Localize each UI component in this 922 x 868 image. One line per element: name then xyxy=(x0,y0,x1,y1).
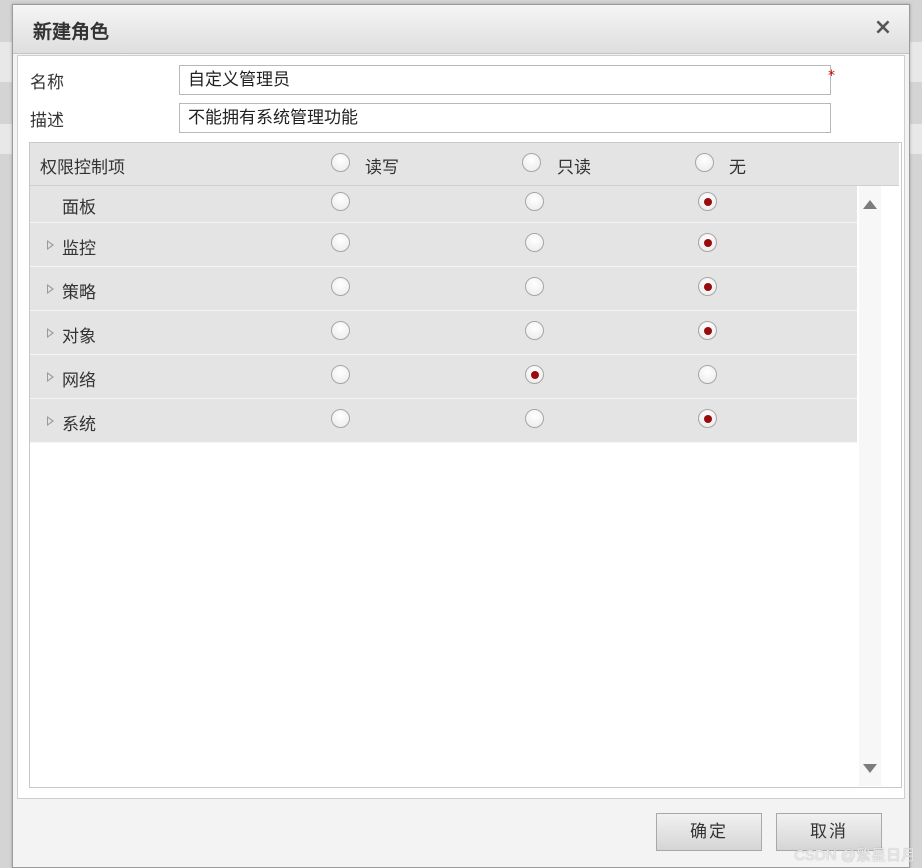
header-radio-readonly[interactable] xyxy=(522,153,541,172)
permission-row-label: 监控 xyxy=(62,239,96,259)
permission-radio[interactable] xyxy=(525,365,544,384)
permission-radio[interactable] xyxy=(698,365,717,384)
dialog-body: 名称 自定义管理员 * 描述 不能拥有系统管理功能 权限控制项 读写 只读 无 … xyxy=(17,55,905,799)
permission-radio[interactable] xyxy=(525,277,544,296)
confirm-button[interactable]: 确定 xyxy=(656,813,762,851)
description-input[interactable]: 不能拥有系统管理功能 xyxy=(179,103,831,133)
permission-radio[interactable] xyxy=(331,233,350,252)
watermark: CSDN @繁星日月 xyxy=(794,847,916,864)
expand-arrow-icon[interactable] xyxy=(47,416,54,426)
permission-radio[interactable] xyxy=(525,233,544,252)
permission-radio[interactable] xyxy=(331,321,350,340)
name-label: 名称 xyxy=(30,73,64,93)
permission-row: 面板 xyxy=(30,186,857,223)
permission-row-label: 网络 xyxy=(62,371,96,391)
permission-radio[interactable] xyxy=(698,409,717,428)
permission-row: 策略 xyxy=(30,267,857,311)
grid-header: 权限控制项 读写 只读 无 xyxy=(30,143,899,186)
permission-radio[interactable] xyxy=(525,192,544,211)
required-mark: * xyxy=(828,68,835,84)
column-none-label: 无 xyxy=(729,158,746,178)
permission-row-label: 系统 xyxy=(62,415,96,435)
expand-arrow-icon[interactable] xyxy=(47,240,54,250)
grid-scrollbar[interactable] xyxy=(859,186,881,786)
expand-arrow-icon[interactable] xyxy=(47,284,54,294)
permission-row: 监控 xyxy=(30,223,857,267)
dialog-titlebar: 新建角色 × xyxy=(13,5,909,54)
permission-radio[interactable] xyxy=(698,192,717,211)
permission-row: 系统 xyxy=(30,399,857,443)
permission-row-label: 策略 xyxy=(62,283,96,303)
name-input[interactable]: 自定义管理员 xyxy=(179,65,831,95)
column-readwrite-label: 读写 xyxy=(365,158,399,178)
dialog-title: 新建角色 xyxy=(33,21,110,43)
column-readonly-label: 只读 xyxy=(557,158,591,178)
permission-radio[interactable] xyxy=(331,277,350,296)
permission-radio[interactable] xyxy=(698,321,717,340)
scroll-up-icon[interactable] xyxy=(863,200,877,209)
new-role-dialog: 新建角色 × 名称 自定义管理员 * 描述 不能拥有系统管理功能 权限控制项 读… xyxy=(12,4,910,868)
permission-radio[interactable] xyxy=(331,409,350,428)
header-radio-readwrite[interactable] xyxy=(331,153,350,172)
header-radio-none[interactable] xyxy=(695,153,714,172)
permission-row-label: 对象 xyxy=(62,327,96,347)
close-icon[interactable]: × xyxy=(871,15,895,41)
expand-arrow-icon[interactable] xyxy=(47,328,54,338)
permission-row: 网络 xyxy=(30,355,857,399)
expand-arrow-icon[interactable] xyxy=(47,372,54,382)
scroll-down-icon[interactable] xyxy=(863,764,877,773)
grid-rows: 面板监控策略对象网络系统 xyxy=(30,186,857,443)
permission-radio[interactable] xyxy=(698,277,717,296)
description-label: 描述 xyxy=(30,111,64,131)
header-permission-label: 权限控制项 xyxy=(40,158,125,178)
permission-radio[interactable] xyxy=(525,321,544,340)
permission-row: 对象 xyxy=(30,311,857,355)
permission-radio[interactable] xyxy=(331,365,350,384)
permission-row-label: 面板 xyxy=(62,198,96,218)
permission-radio[interactable] xyxy=(525,409,544,428)
permission-radio[interactable] xyxy=(698,233,717,252)
permission-grid: 权限控制项 读写 只读 无 面板监控策略对象网络系统 xyxy=(29,142,902,788)
permission-radio[interactable] xyxy=(331,192,350,211)
